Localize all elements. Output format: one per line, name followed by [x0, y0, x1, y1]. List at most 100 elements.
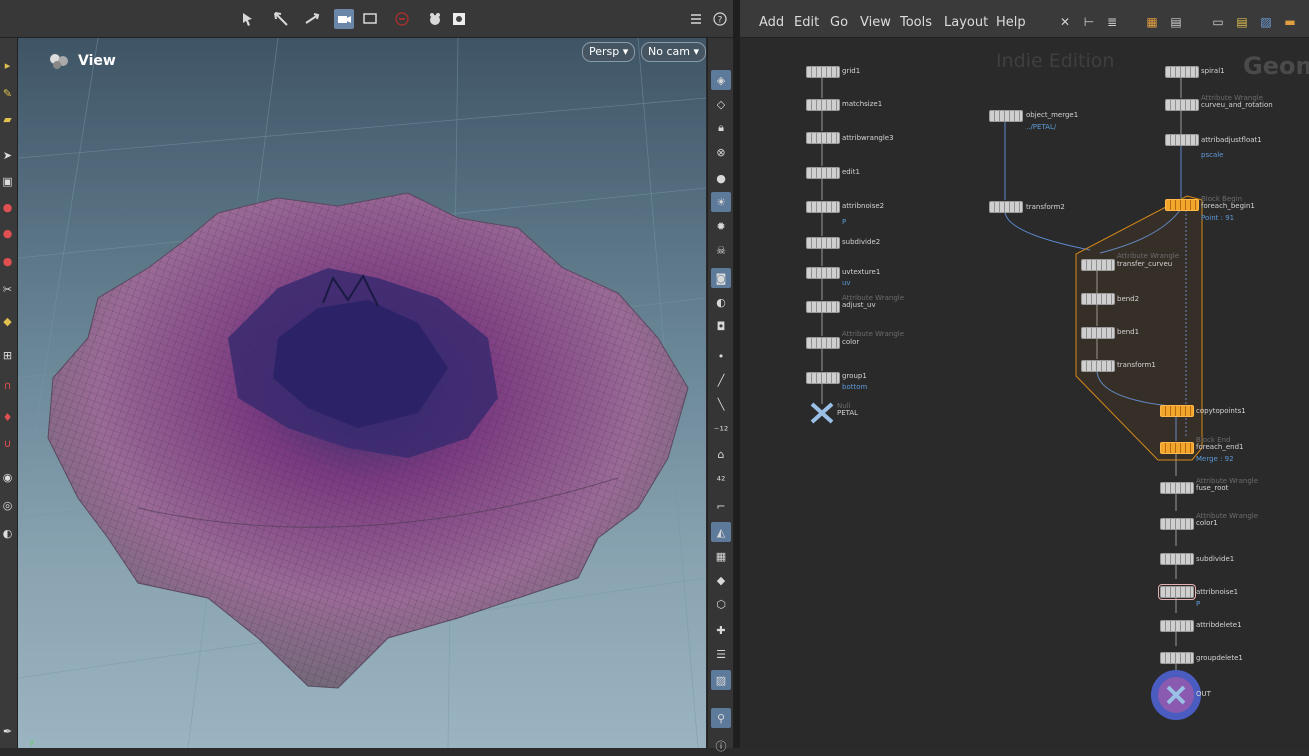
sticky-note-icon[interactable]: ▭ — [1210, 14, 1226, 30]
node-copytopoints1[interactable] — [1160, 405, 1194, 417]
handle-icon[interactable] — [271, 9, 291, 29]
help-icon[interactable]: ? — [710, 9, 730, 29]
light-tool-icon[interactable]: ◐ — [0, 526, 15, 541]
node-attribadjustfloat1[interactable] — [1165, 134, 1199, 146]
sphere-icon[interactable]: ● — [711, 168, 731, 188]
toolbox-icon[interactable]: ▬ — [1282, 14, 1298, 30]
measure-tool-icon[interactable]: ⊞ — [0, 348, 15, 363]
attract-tool-icon[interactable]: ∪ — [0, 436, 15, 451]
pen-tool-icon[interactable]: ✒ — [0, 724, 15, 739]
render-tool-icon[interactable]: ◎ — [0, 498, 15, 513]
checker-icon[interactable]: ▦ — [711, 546, 731, 566]
node-fuse-root[interactable] — [1160, 482, 1194, 494]
cut-tool-icon[interactable]: ✂ — [0, 282, 15, 297]
transform-icon[interactable] — [302, 9, 322, 29]
node-uvtexture1[interactable] — [806, 267, 840, 279]
bulb-icon[interactable]: ✹ — [711, 216, 731, 236]
node-grid1[interactable] — [806, 66, 840, 78]
grid-icon[interactable]: ▦ — [1144, 14, 1160, 30]
display-list-icon[interactable]: ☰ — [711, 644, 731, 664]
background-image-icon[interactable]: ▨ — [711, 670, 731, 690]
edge-icon[interactable]: ╱ — [711, 370, 731, 390]
node-attribdelete1[interactable] — [1160, 620, 1194, 632]
point-numbers-icon[interactable]: ⁻¹² — [711, 420, 731, 440]
camera-tool-icon[interactable]: ◉ — [0, 470, 15, 485]
node-matchsize1[interactable] — [806, 99, 840, 111]
paint-tool-icon[interactable]: ● — [0, 200, 15, 215]
node-attribwrangle3[interactable] — [806, 132, 840, 144]
node-attribnoise1[interactable] — [1158, 584, 1196, 600]
shaded-icon[interactable]: ◇ — [711, 94, 731, 114]
image-icon[interactable]: ▨ — [1258, 14, 1274, 30]
node-bend2[interactable] — [1081, 293, 1115, 305]
node-bend1[interactable] — [1081, 327, 1115, 339]
brush-icon[interactable]: ╲ — [711, 394, 731, 414]
camera-tool-icon[interactable]: ◘ — [711, 316, 731, 336]
smooth-tool-icon[interactable]: ● — [0, 254, 15, 269]
menu-layout[interactable]: Layout — [944, 15, 988, 30]
pin-icon[interactable]: ⚲ — [711, 708, 731, 728]
prim-numbers-icon[interactable]: ⁴² — [711, 470, 731, 490]
node-edit1[interactable] — [806, 167, 840, 179]
ghost-icon[interactable] — [392, 9, 412, 29]
magnet-tool-icon[interactable]: ∩ — [0, 378, 15, 393]
move-tool-icon[interactable]: ✎ — [0, 86, 15, 101]
tree-icon[interactable]: ⊢ — [1081, 14, 1097, 30]
node-subdivide1[interactable] — [1160, 553, 1194, 565]
tools-icon[interactable]: ✕ — [1057, 14, 1073, 30]
menu-help[interactable]: Help — [996, 15, 1026, 30]
skull-icon[interactable]: ☠︎ — [711, 240, 731, 260]
camera-view-icon[interactable]: ◙ — [711, 268, 731, 288]
snapshot-icon[interactable] — [425, 9, 445, 29]
brush-tool-icon[interactable]: ▰ — [0, 112, 15, 127]
node-adjust-uv[interactable] — [806, 301, 840, 313]
select-tool-icon[interactable]: ▸ — [0, 58, 15, 73]
snap-icon[interactable]: ✚ — [711, 620, 731, 640]
select-mode-icon[interactable] — [238, 9, 258, 29]
menu-add[interactable]: Add — [759, 15, 784, 30]
node-subdivide2[interactable] — [806, 237, 840, 249]
menu-tools[interactable]: Tools — [900, 15, 932, 30]
node-groupdelete1[interactable] — [1160, 652, 1194, 664]
lock-tool-icon[interactable]: ▣ — [0, 174, 15, 189]
render-icon[interactable] — [449, 9, 469, 29]
display-options-icon[interactable] — [686, 9, 706, 29]
camera-dropdown[interactable]: No cam ▾ — [641, 42, 706, 62]
ortho-icon[interactable]: ◭ — [711, 522, 731, 542]
node-color1[interactable] — [1160, 518, 1194, 530]
menu-view[interactable]: View — [860, 15, 891, 30]
box-icon[interactable]: ⬡ — [711, 594, 731, 614]
layer-icon[interactable]: ◆ — [711, 570, 731, 590]
pointer-tool-icon[interactable]: ➤ — [0, 148, 15, 163]
node-spiral1[interactable] — [1165, 66, 1199, 78]
3d-viewport[interactable]: View Persp ▾ No cam ▾ — [18, 38, 706, 748]
normals-icon[interactable]: ⌂ — [711, 444, 731, 464]
info-icon[interactable]: ⓘ — [711, 736, 731, 756]
pane-splitter[interactable] — [733, 0, 740, 748]
node-foreach-begin1[interactable] — [1165, 199, 1199, 211]
null-node-icon[interactable] — [810, 402, 834, 424]
node-group1[interactable] — [806, 372, 840, 384]
look-through-icon[interactable]: ◐ — [711, 292, 731, 312]
output-node-icon[interactable] — [1150, 669, 1202, 721]
sculpt-tool-icon[interactable]: ● — [0, 226, 15, 241]
lock-icon[interactable]: 🔒︎ — [711, 118, 731, 138]
persp-dropdown[interactable]: Persp ▾ — [582, 42, 636, 62]
note-icon[interactable]: ▤ — [1234, 14, 1250, 30]
node-foreach-end1[interactable] — [1160, 442, 1194, 454]
point-icon[interactable]: • — [711, 346, 731, 366]
node-color[interactable] — [806, 337, 840, 349]
node-transform1[interactable] — [1081, 360, 1115, 372]
node-transform2[interactable] — [989, 201, 1023, 213]
menu-edit[interactable]: Edit — [794, 15, 819, 30]
node-transfer-curveu[interactable] — [1081, 259, 1115, 271]
node-attribnoise2[interactable] — [806, 201, 840, 213]
flame-tool-icon[interactable]: ♦ — [0, 410, 15, 425]
table-icon[interactable]: ▤ — [1168, 14, 1184, 30]
list-icon[interactable]: ≣ — [1104, 14, 1120, 30]
menu-go[interactable]: Go — [830, 15, 848, 30]
light-icon[interactable]: ☀︎ — [711, 192, 731, 212]
edit-tool-icon[interactable]: ◆ — [0, 314, 15, 329]
display-icon[interactable] — [360, 9, 380, 29]
camera-icon[interactable] — [334, 9, 354, 29]
